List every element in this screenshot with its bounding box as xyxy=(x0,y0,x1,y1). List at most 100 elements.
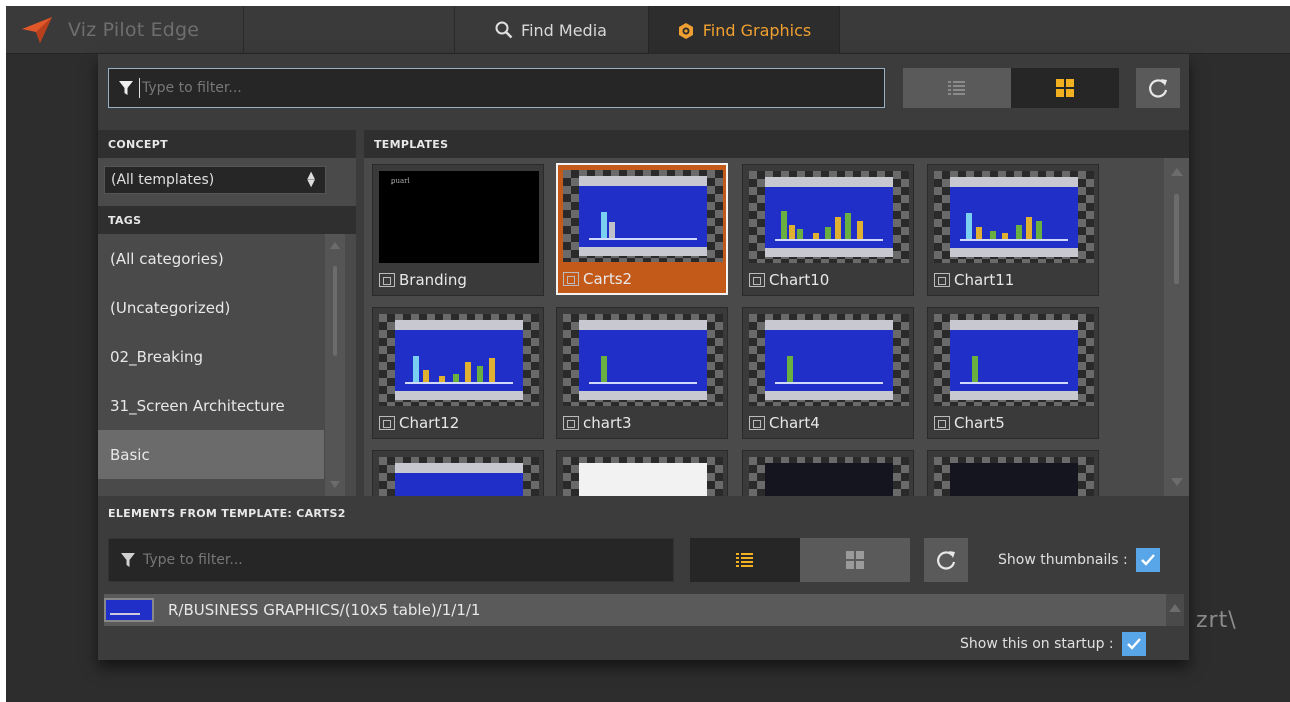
template-icon xyxy=(379,273,395,287)
elements-filter-input[interactable]: Type to filter... xyxy=(108,538,674,582)
element-path: R/BUSINESS GRAPHICS/(10x5 table)/1/1/1 xyxy=(168,601,481,619)
elements-filter-placeholder: Type to filter... xyxy=(143,552,243,568)
tag-item[interactable]: 02_Breaking xyxy=(98,332,324,381)
template-thumbnail: ꝑuarl xyxy=(379,171,539,263)
filter-bar: Type to filter... xyxy=(98,54,1189,124)
scroll-down-icon[interactable] xyxy=(330,481,340,488)
templates-scrollbar[interactable] xyxy=(1164,158,1189,496)
template-thumbnail xyxy=(749,457,909,496)
concept-select-wrap: (All templates) ▲ ▼ xyxy=(98,158,356,206)
template-thumbnail xyxy=(563,170,723,262)
elements-view-toggle xyxy=(690,538,910,582)
show-thumbnails-option: Show thumbnails : xyxy=(998,548,1160,572)
list-icon xyxy=(736,553,753,567)
template-icon xyxy=(379,416,395,430)
tags-heading: TAGS xyxy=(98,206,356,234)
show-thumbnails-label: Show thumbnails : xyxy=(998,552,1128,568)
filter-placeholder: Type to filter... xyxy=(142,80,242,96)
template-thumbnail xyxy=(749,171,909,263)
template-label: Branding xyxy=(399,271,467,289)
element-row[interactable]: R/BUSINESS GRAPHICS/(10x5 table)/1/1/1 xyxy=(104,594,1166,626)
tab-find-graphics[interactable]: Find Graphics xyxy=(648,6,840,55)
grid-view-button[interactable] xyxy=(1011,68,1119,108)
template-card[interactable]: Chart4 xyxy=(742,307,914,439)
template-thumbnail xyxy=(749,314,909,406)
scroll-thumb[interactable] xyxy=(333,266,337,356)
grid-icon xyxy=(846,551,864,569)
grid-icon xyxy=(1056,79,1074,97)
text-cursor xyxy=(139,78,140,98)
template-card[interactable]: Chart12 xyxy=(372,307,544,439)
tag-item[interactable]: (All categories) xyxy=(98,234,324,283)
checkmark-icon xyxy=(1126,638,1141,650)
app-window: Viz Pilot Edge Find Media Find Graphics … xyxy=(6,6,1290,702)
template-icon xyxy=(934,273,950,287)
template-icon xyxy=(934,416,950,430)
scroll-up-icon[interactable] xyxy=(330,242,340,249)
show-on-startup-checkbox[interactable] xyxy=(1121,632,1146,656)
template-card[interactable] xyxy=(556,450,728,496)
template-card[interactable]: Chart5 xyxy=(927,307,1099,439)
template-thumbnail xyxy=(934,314,1094,406)
template-card[interactable] xyxy=(927,450,1099,496)
thumbnail-logo: ꝑuarl xyxy=(391,177,410,185)
app-brand: Viz Pilot Edge xyxy=(6,6,244,54)
template-thumbnail xyxy=(379,457,539,496)
graphics-icon xyxy=(678,22,693,39)
template-card[interactable]: Chart10 xyxy=(742,164,914,296)
tag-item-selected[interactable]: Basic xyxy=(98,430,324,479)
background-logo: zrt\ xyxy=(1196,608,1237,633)
template-card[interactable] xyxy=(742,450,914,496)
template-icon xyxy=(563,272,579,286)
concept-heading: CONCEPT xyxy=(98,130,356,158)
filter-icon xyxy=(121,553,135,567)
scroll-down-icon[interactable] xyxy=(1171,478,1183,486)
app-title: Viz Pilot Edge xyxy=(68,19,200,41)
template-card[interactable]: chart3 xyxy=(556,307,728,439)
tab-divider xyxy=(454,6,455,54)
elements-list-view-button[interactable] xyxy=(690,538,800,582)
scroll-up-icon[interactable] xyxy=(1171,168,1183,176)
template-thumbnail xyxy=(934,457,1094,496)
tags-scrollbar[interactable] xyxy=(325,234,345,496)
refresh-icon xyxy=(1149,79,1168,98)
template-label: Chart11 xyxy=(954,271,1015,289)
tag-item[interactable]: 31_Screen Architecture xyxy=(98,381,324,430)
elements-grid-view-button[interactable] xyxy=(800,538,910,582)
templates-heading: TEMPLATES xyxy=(364,130,1189,158)
elements-heading: ELEMENTS FROM TEMPLATE: CARTS2 xyxy=(98,496,1189,530)
list-view-button[interactable] xyxy=(903,68,1011,108)
template-icon xyxy=(563,416,579,430)
search-icon xyxy=(495,21,513,39)
tab-find-media[interactable]: Find Media xyxy=(456,6,646,54)
elements-refresh-button[interactable] xyxy=(924,538,968,582)
templates-panel: TEMPLATES ꝑuarl Branding Carts2 Chart10 … xyxy=(364,130,1189,496)
template-icon xyxy=(749,273,765,287)
template-card[interactable] xyxy=(372,450,544,496)
element-thumbnail xyxy=(104,598,154,622)
refresh-button[interactable] xyxy=(1136,68,1180,108)
tab-find-graphics-label: Find Graphics xyxy=(702,21,812,40)
graphics-browser-dialog: Type to filter... CONCEPT (All templates… xyxy=(98,54,1189,660)
tag-item[interactable]: (Uncategorized) xyxy=(98,283,324,332)
templates-grid: ꝑuarl Branding Carts2 Chart10 Chart11 Ch… xyxy=(364,158,1164,496)
template-filter-input[interactable]: Type to filter... xyxy=(108,68,885,108)
concept-select[interactable]: (All templates) ▲ ▼ xyxy=(104,166,326,194)
left-panel: CONCEPT (All templates) ▲ ▼ TAGS (All cat… xyxy=(98,130,356,496)
show-thumbnails-checkbox[interactable] xyxy=(1135,548,1160,572)
template-label: chart3 xyxy=(583,414,632,432)
template-label: Chart5 xyxy=(954,414,1005,432)
template-card[interactable]: ꝑuarl Branding xyxy=(372,164,544,296)
show-on-startup-option: Show this on startup : xyxy=(960,632,1146,656)
select-arrows-icon: ▲ ▼ xyxy=(307,170,315,189)
template-thumbnail xyxy=(934,171,1094,263)
tags-list: (All categories) (Uncategorized) 02_Brea… xyxy=(98,234,324,496)
tab-find-media-label: Find Media xyxy=(521,20,607,40)
show-on-startup-label: Show this on startup : xyxy=(960,636,1114,652)
scroll-thumb[interactable] xyxy=(1174,194,1179,284)
elements-scrollbar[interactable] xyxy=(1166,594,1184,626)
template-card[interactable]: Chart11 xyxy=(927,164,1099,296)
scroll-up-icon[interactable] xyxy=(1169,604,1181,612)
concept-select-value: (All templates) xyxy=(111,172,215,188)
template-card-selected[interactable]: Carts2 xyxy=(556,163,728,295)
